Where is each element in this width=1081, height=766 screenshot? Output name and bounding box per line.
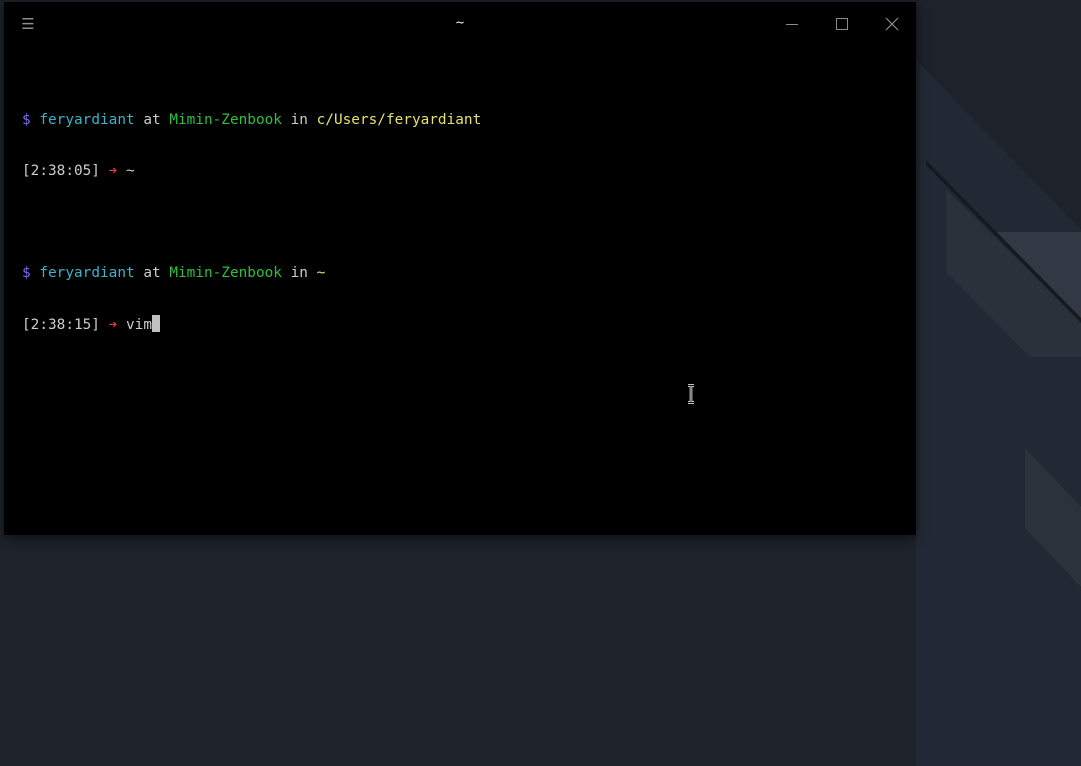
command-line[interactable]: [2:38:15] ➔ vim <box>22 315 902 334</box>
prompt-arrow: ➔ <box>108 317 118 333</box>
prompt-path: c/Users/feryardiant <box>316 112 482 128</box>
command-line: [2:38:05] ➔ ~ <box>22 162 902 181</box>
prompt-arrow: ➔ <box>108 163 118 179</box>
prompt-host: Mimin-Zenbook <box>169 265 282 281</box>
prompt-host: Mimin-Zenbook <box>169 112 282 128</box>
prompt-time: [2:38:05] <box>22 163 100 179</box>
maximize-icon <box>836 18 848 30</box>
prompt-path: ~ <box>316 265 326 281</box>
prompt-at: at <box>143 112 161 128</box>
terminal-window[interactable]: ☰ ~ $ feryardiant at Mimin-Zenbook in c/… <box>4 2 916 535</box>
prompt-time: [2:38:15] <box>22 317 100 333</box>
minimize-icon <box>786 24 798 25</box>
prompt-symbol: $ <box>22 265 31 281</box>
command-input[interactable]: vim <box>126 317 152 333</box>
text-cursor <box>152 315 160 332</box>
close-icon <box>885 17 899 31</box>
prompt-user: feryardiant <box>39 265 135 281</box>
text-ibeam-cursor-icon <box>688 384 694 404</box>
prompt-in: in <box>290 112 308 128</box>
maximize-button[interactable] <box>829 12 855 36</box>
minimize-button[interactable] <box>779 12 805 36</box>
close-button[interactable] <box>879 12 905 36</box>
prompt-user: feryardiant <box>39 112 135 128</box>
prompt-at: at <box>143 265 161 281</box>
terminal-output[interactable]: $ feryardiant at Mimin-Zenbook in c/User… <box>22 79 902 366</box>
prompt-symbol: $ <box>22 112 31 128</box>
prompt-line: $ feryardiant at Mimin-Zenbook in ~ <box>22 264 902 283</box>
prompt-line: $ feryardiant at Mimin-Zenbook in c/User… <box>22 111 902 130</box>
prompt-in: in <box>290 265 308 281</box>
title-bar[interactable]: ☰ ~ <box>4 2 916 44</box>
command-text: ~ <box>126 163 135 179</box>
